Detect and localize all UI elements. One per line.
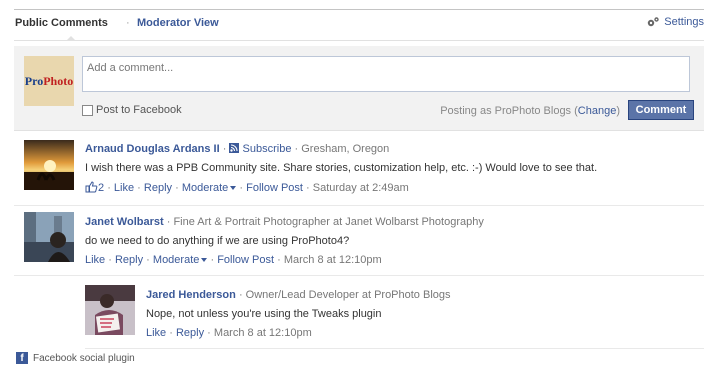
facebook-icon[interactable]: f — [16, 352, 28, 364]
like-link[interactable]: Like — [146, 327, 166, 339]
moderate-label: Moderate — [152, 254, 200, 266]
comment-text: Nope, not unless you're using the Tweaks… — [146, 308, 382, 320]
posting-as-text: Posting as ProPhoto Blogs (Change) — [440, 105, 620, 117]
separator: · — [306, 182, 310, 194]
avatar — [24, 212, 74, 262]
moderate-dropdown[interactable]: Moderate — [152, 254, 208, 266]
separator: · — [277, 254, 281, 266]
comment-timestamp[interactable]: March 8 at 12:10pm — [284, 254, 382, 266]
avatar: Pro Photo — [24, 56, 74, 106]
gear-icon — [646, 16, 660, 28]
like-count[interactable]: 2 — [98, 182, 104, 194]
separator: · — [137, 182, 141, 194]
rss-icon — [229, 143, 240, 153]
like-link[interactable]: Like — [85, 254, 105, 266]
subscribe-link[interactable]: Subscribe — [243, 143, 292, 155]
active-tab-indicator — [66, 36, 76, 41]
comment-timestamp[interactable]: March 8 at 12:10pm — [214, 327, 312, 339]
post-to-facebook-checkbox[interactable] — [82, 104, 93, 116]
commenter-name[interactable]: Arnaud Douglas Ardans II — [85, 143, 220, 155]
moderate-label: Moderate — [181, 182, 229, 194]
comment-timestamp[interactable]: Saturday at 2:49am — [313, 182, 409, 194]
separator: · — [108, 254, 112, 266]
separator: · — [146, 254, 150, 266]
tab-public-comments[interactable]: Public Comments — [15, 17, 108, 29]
social-plugin-label[interactable]: Facebook social plugin — [33, 353, 135, 364]
social-plugin-footer: f Facebook social plugin — [16, 352, 135, 364]
moderate-dropdown[interactable]: Moderate — [181, 182, 237, 194]
separator: · — [175, 182, 179, 194]
tab-separator: · — [126, 17, 130, 29]
settings-link[interactable]: Settings — [646, 16, 704, 28]
posting-as-label: Posting as ProPhoto Blogs ( — [440, 105, 578, 117]
separator: · — [294, 143, 299, 155]
avatar-logo-text-a: Pro — [24, 73, 44, 88]
like-link[interactable]: Like — [114, 182, 134, 194]
comment-item: Janet Wolbarst · Fine Art & Portrait Pho… — [14, 205, 704, 276]
separator: · — [222, 143, 227, 155]
settings-label: Settings — [664, 16, 704, 28]
commenter-name[interactable]: Jared Henderson — [146, 289, 236, 301]
tab-moderator-view[interactable]: Moderator View — [137, 17, 219, 29]
comment-text: I wish there was a PPB Community site. S… — [85, 162, 598, 174]
follow-post-link[interactable]: Follow Post — [246, 182, 303, 194]
chevron-down-icon — [201, 258, 208, 263]
chevron-down-icon — [230, 186, 237, 191]
change-link[interactable]: Change — [578, 105, 617, 117]
comment-item: Arnaud Douglas Ardans II · Subscribe · G… — [14, 131, 704, 206]
comment-button[interactable]: Comment — [628, 100, 694, 120]
separator: · — [107, 182, 111, 194]
commenter-title: · Owner/Lead Developer at ProPhoto Blogs — [238, 289, 451, 301]
post-to-facebook-label: Post to Facebook — [96, 104, 182, 116]
reply-link[interactable]: Reply — [144, 182, 172, 194]
comment-text: do we need to do anything if we are usin… — [85, 235, 350, 247]
separator: · — [207, 327, 211, 339]
commenter-location: Gresham, Oregon — [301, 143, 390, 155]
separator: · — [169, 327, 173, 339]
reply-item: Jared Henderson · Owner/Lead Developer a… — [85, 276, 704, 349]
avatar — [85, 285, 135, 335]
avatar-logo-text-b: Photo — [43, 73, 74, 88]
commenter-title: · Fine Art & Portrait Photographer at Ja… — [166, 216, 484, 228]
reply-link[interactable]: Reply — [115, 254, 143, 266]
separator: · — [210, 254, 215, 266]
comment-composer: Pro Photo Add a comment... Post to Facebo… — [14, 46, 704, 131]
thumbs-up-icon[interactable] — [85, 181, 98, 196]
separator: · — [239, 182, 244, 194]
reply-link[interactable]: Reply — [176, 327, 204, 339]
post-to-facebook-option[interactable]: Post to Facebook — [82, 104, 182, 116]
commenter-name[interactable]: Janet Wolbarst — [85, 216, 164, 228]
comment-input[interactable]: Add a comment... — [82, 56, 690, 92]
follow-post-link[interactable]: Follow Post — [217, 254, 274, 266]
avatar — [24, 140, 74, 190]
comments-tabs: Public Comments · Moderator View Setting… — [14, 9, 704, 41]
posting-close: ) — [616, 105, 620, 117]
